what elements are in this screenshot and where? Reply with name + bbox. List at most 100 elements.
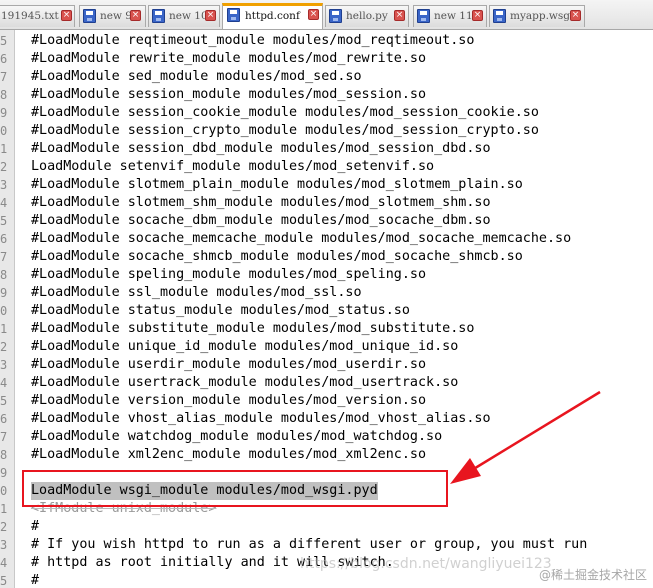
code-line[interactable]: 2 # [0,518,653,536]
code-line[interactable]: 2 LoadModule setenvif_module modules/mod_… [0,158,653,176]
close-icon[interactable]: × [61,10,72,21]
code-line[interactable]: 4 #LoadModule slotmem_shm_module modules/… [0,194,653,212]
close-icon[interactable]: × [130,10,141,21]
line-number: 9 [0,106,8,120]
line-number: 1 [0,142,8,156]
line-text: #LoadModule version_module modules/mod_v… [31,393,427,408]
line-text: LoadModule setenvif_module modules/mod_s… [31,159,435,174]
code-line[interactable]: 2 #LoadModule unique_id_module modules/mo… [0,338,653,356]
tab-bar: 191945.txt × new 9 × new 10 × httpd.conf × hello… [0,0,653,30]
line-number: 3 [0,178,8,192]
line-number: 0 [0,484,8,498]
line-number: 8 [0,268,8,282]
line-text: #LoadModule status_module modules/mod_st… [31,303,410,318]
code-line[interactable]: 8 #LoadModule session_module modules/mod_… [0,86,653,104]
tab-label: new 10 [169,10,208,22]
saved-file-icon [417,9,430,23]
line-text: #LoadModule unique_id_module modules/mod… [31,339,459,354]
annotation-highlight-box [22,470,448,507]
line-number: 8 [0,448,8,462]
line-text: #LoadModule speling_module modules/mod_s… [31,267,427,282]
saved-file-icon [493,9,506,23]
tab-new-10[interactable]: new 10 × [148,5,220,27]
code-line[interactable]: 7 #LoadModule sed_module modules/mod_sed.… [0,68,653,86]
code-line[interactable]: 7 #LoadModule socache_shmcb_module module… [0,248,653,266]
line-number: 5 [0,394,8,408]
code-line[interactable]: 0 #LoadModule session_crypto_module modul… [0,122,653,140]
tab-hello-py[interactable]: hello.py × [325,5,409,27]
watermark-url: https://blog.csdn.net/wangliyuei123 [300,556,552,572]
code-line[interactable]: 3 #LoadModule slotmem_plain_module module… [0,176,653,194]
tab-191945-txt[interactable]: 191945.txt × [0,5,75,27]
line-text: # If you wish httpd to run as a differen… [31,537,588,552]
code-line[interactable]: 6 #LoadModule rewrite_module modules/mod_… [0,50,653,68]
tab-new-9[interactable]: new 9 × [79,5,146,27]
code-line[interactable]: 5 #LoadModule socache_dbm_module modules/… [0,212,653,230]
tab-label: myapp.wsgi [510,10,574,22]
line-number: 7 [0,250,8,264]
saved-file-icon [83,9,96,23]
code-line[interactable]: 9 #LoadModule ssl_module modules/mod_ssl.… [0,284,653,302]
tab-label: new 9 [100,10,132,22]
line-number: 9 [0,286,8,300]
line-text: #LoadModule watchdog_module modules/mod_… [31,429,443,444]
line-text: #LoadModule rewrite_module modules/mod_r… [31,51,427,66]
code-line[interactable]: 1 #LoadModule substitute_module modules/m… [0,320,653,338]
line-number: 7 [0,430,8,444]
line-text: #LoadModule sed_module modules/mod_sed.s… [31,69,362,84]
line-number: 4 [0,196,8,210]
code-line[interactable]: 1 #LoadModule session_dbd_module modules/… [0,140,653,158]
line-number: 6 [0,52,8,66]
line-number: 8 [0,88,8,102]
code-line[interactable]: 8 #LoadModule xml2enc_module modules/mod_… [0,446,653,464]
code-line[interactable]: 5 #LoadModule version_module modules/mod_… [0,392,653,410]
saved-file-icon [227,8,240,22]
line-text: #LoadModule session_crypto_module module… [31,123,539,138]
line-text: #LoadModule socache_memcache_module modu… [31,231,572,246]
line-number: 2 [0,520,8,534]
tab-label: new 11 [434,10,473,22]
line-text: #LoadModule slotmem_plain_module modules… [31,177,523,192]
line-number: 4 [0,376,8,390]
line-number: 4 [0,556,8,570]
line-number: 7 [0,70,8,84]
saved-file-icon [329,9,342,23]
code-line[interactable]: 7 #LoadModule watchdog_module modules/mod… [0,428,653,446]
code-line[interactable]: 3 #LoadModule userdir_module modules/mod_… [0,356,653,374]
close-icon[interactable]: × [394,10,405,21]
tab-httpd-conf[interactable]: httpd.conf × [222,3,323,29]
code-line[interactable]: 0 #LoadModule status_module modules/mod_s… [0,302,653,320]
code-line[interactable]: 6 #LoadModule vhost_alias_module modules/… [0,410,653,428]
close-icon[interactable]: × [308,9,319,20]
line-text: #LoadModule substitute_module modules/mo… [31,321,475,336]
close-icon[interactable]: × [570,10,581,21]
tab-myapp-wsgi[interactable]: myapp.wsgi × [489,5,585,27]
tab-label: httpd.conf [245,10,300,22]
line-text: #LoadModule usertrack_module modules/mod… [31,375,459,390]
line-text: #LoadModule slotmem_shm_module modules/m… [31,195,491,210]
line-text: #LoadModule xml2enc_module modules/mod_x… [31,447,427,462]
line-number: 6 [0,412,8,426]
line-text: #LoadModule session_dbd_module modules/m… [31,141,491,156]
code-line[interactable]: 3 # If you wish httpd to run as a differe… [0,536,653,554]
close-icon[interactable]: × [472,10,483,21]
line-number: 3 [0,358,8,372]
line-text: #LoadModule session_module modules/mod_s… [31,87,427,102]
line-number: 3 [0,538,8,552]
line-text: #LoadModule userdir_module modules/mod_u… [31,357,427,372]
code-line[interactable]: 9 #LoadModule session_cookie_module modul… [0,104,653,122]
tab-new-11[interactable]: new 11 × [413,5,487,27]
line-text: # [31,573,40,588]
tab-label: hello.py [346,10,388,22]
line-number: 0 [0,304,8,318]
code-line[interactable]: 4 #LoadModule usertrack_module modules/mo… [0,374,653,392]
code-line[interactable]: 5 #LoadModule reqtimeout_module modules/m… [0,32,653,50]
close-icon[interactable]: × [205,10,216,21]
code-line[interactable]: 6 #LoadModule socache_memcache_module mod… [0,230,653,248]
line-number: 2 [0,160,8,174]
code-line[interactable]: 8 #LoadModule speling_module modules/mod_… [0,266,653,284]
line-text: # [31,519,40,534]
line-number: 6 [0,232,8,246]
line-text: #LoadModule vhost_alias_module modules/m… [31,411,491,426]
line-number: 1 [0,502,8,516]
